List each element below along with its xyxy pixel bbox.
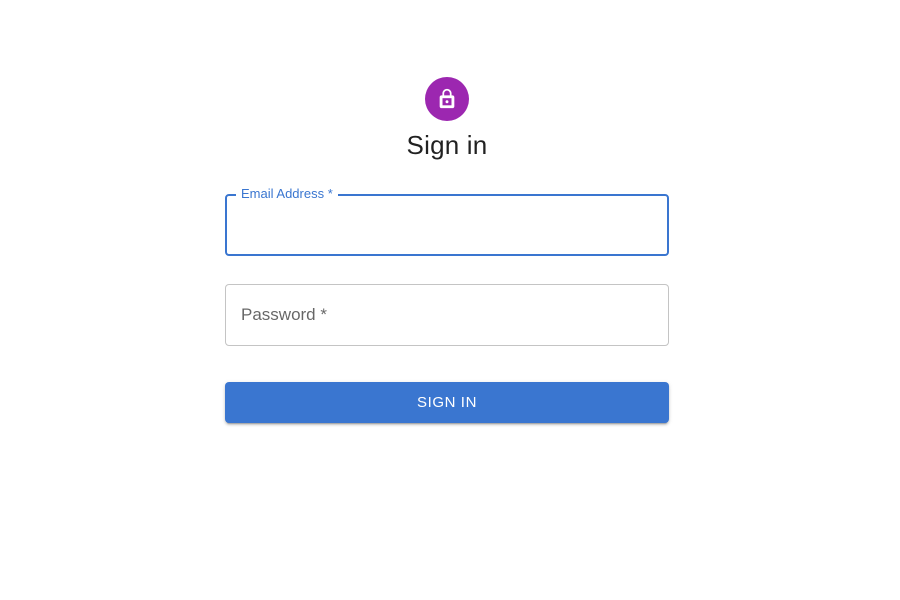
avatar xyxy=(425,77,469,121)
password-field[interactable]: Password * xyxy=(225,284,669,346)
email-input[interactable] xyxy=(227,196,667,254)
sign-in-page: Sign in Email Address * Password * SIGN … xyxy=(0,0,900,600)
password-input[interactable] xyxy=(226,285,668,345)
sign-in-button[interactable]: SIGN IN xyxy=(225,382,669,423)
email-field[interactable]: Email Address * xyxy=(225,185,669,256)
page-title: Sign in xyxy=(406,130,488,160)
lock-icon xyxy=(436,88,458,110)
